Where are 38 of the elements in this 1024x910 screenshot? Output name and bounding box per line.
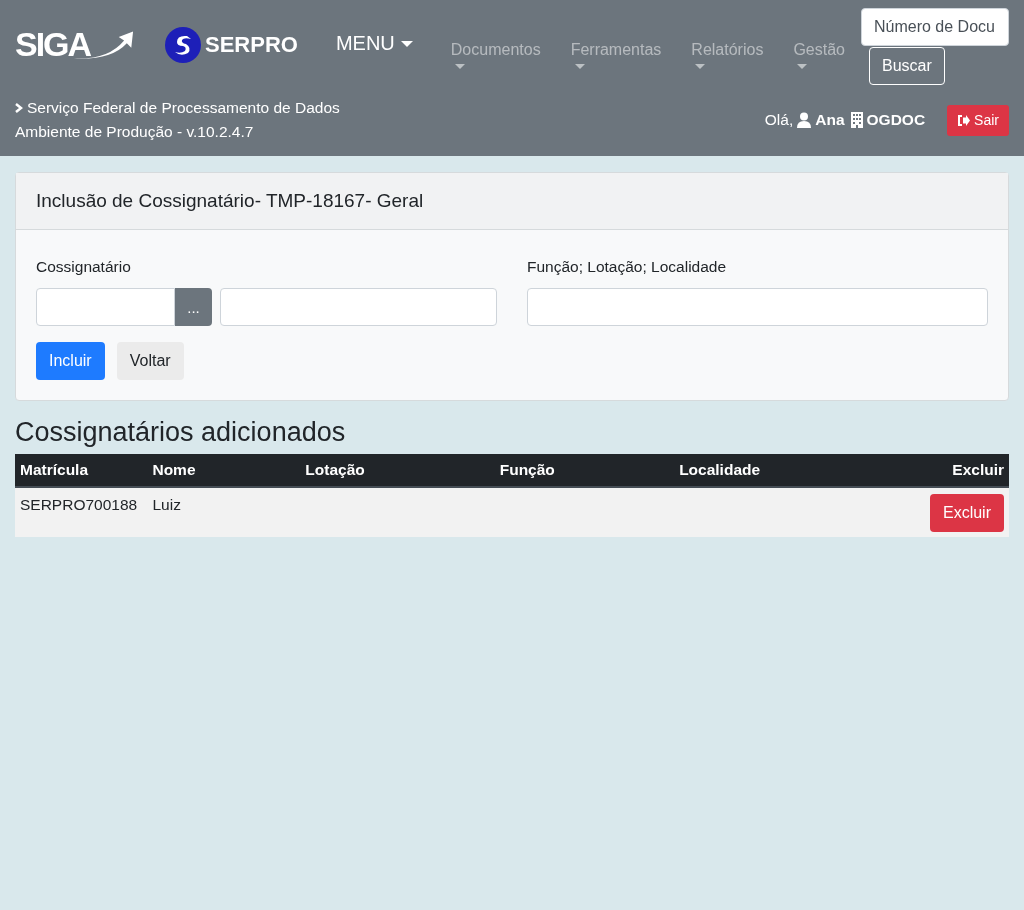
sign-out-icon (957, 114, 971, 126)
card-title: Inclusão de Cossignatário- TMP-18167- Geral (36, 190, 424, 212)
column-header: Lotação (300, 454, 495, 487)
cosigner-code-field[interactable] (36, 288, 175, 326)
menu-dropdown[interactable]: MENU (335, 32, 413, 55)
unit-name: OGDOC (866, 111, 926, 129)
siga-logo[interactable]: SIGA (15, 24, 135, 62)
nav-dropdown[interactable]: Relatórios (691, 41, 764, 69)
organization-text: Serviço Federal de Processamento de Dados (27, 98, 340, 118)
search-button[interactable]: Buscar (869, 47, 945, 85)
serpro-logo: SERPRO (165, 27, 298, 63)
column-header: Nome (147, 454, 301, 487)
field-label: Cossignatário (36, 258, 131, 276)
lookup-button[interactable]: ... (175, 288, 212, 326)
section-heading: Cossignatários adicionados (15, 417, 347, 448)
nav-dropdown[interactable]: Gestão (793, 41, 845, 69)
table-cell: Luiz (152, 496, 181, 513)
column-header: Localidade (674, 454, 925, 487)
cosigner-name-field[interactable] (220, 288, 497, 326)
column-header: Matrícula (15, 454, 148, 487)
nav-dropdown[interactable]: Documentos (450, 41, 541, 69)
delete-button[interactable]: Excluir (930, 494, 1004, 532)
chevron-icon (15, 103, 23, 113)
field-label: Função; Lotação; Localidade (527, 258, 727, 276)
user-icon (797, 112, 812, 128)
table-cell: SERPRO700188 (20, 496, 138, 513)
logout-button[interactable]: Sair (947, 104, 1009, 136)
nav-dropdown[interactable]: Ferramentas (570, 41, 662, 69)
role-location-field[interactable] (527, 288, 988, 326)
greeting-text: Olá, (764, 111, 794, 129)
include-button[interactable]: Incluir (36, 342, 105, 380)
user-name: Ana (815, 111, 845, 129)
column-header: Excluir (925, 454, 1009, 487)
document-number-field[interactable]: Número de Docu (861, 8, 1009, 46)
column-header: Função (494, 454, 675, 487)
building-icon (850, 112, 863, 128)
back-button[interactable]: Voltar (116, 342, 184, 380)
environment-text: Ambiente de Produção - v.10.2.4.7 (15, 122, 255, 142)
